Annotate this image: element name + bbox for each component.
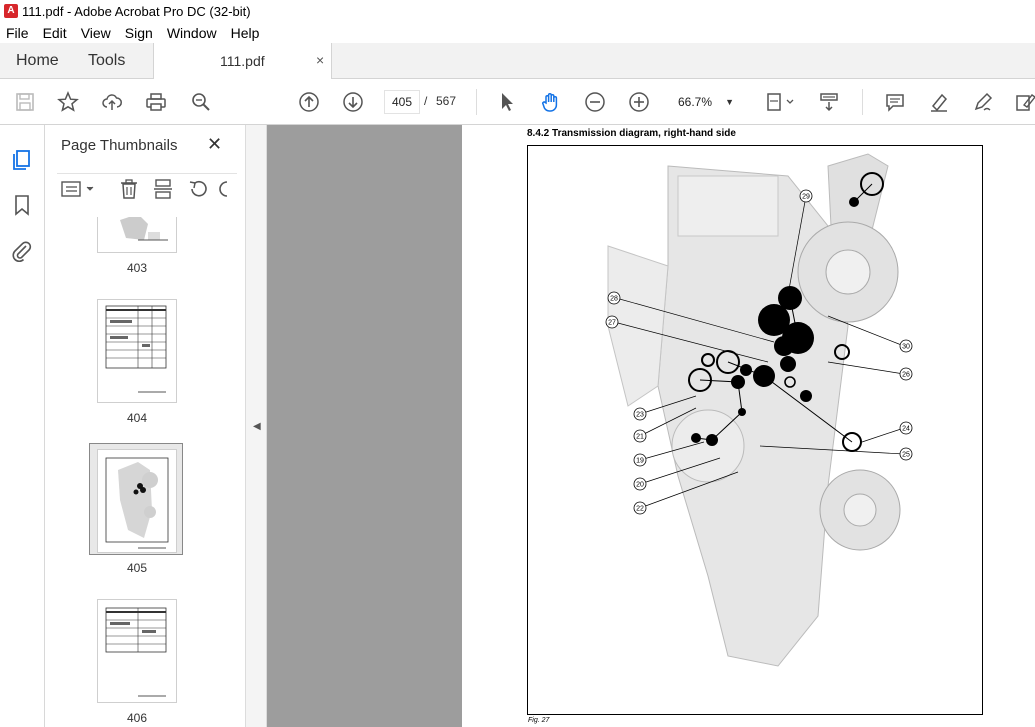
panel-title: Page Thumbnails (61, 137, 178, 154)
upload-cloud-icon[interactable] (99, 89, 125, 115)
callout-label: 20 (636, 482, 644, 489)
callout-label: 25 (902, 452, 910, 459)
page-number-input[interactable]: 405 (384, 90, 420, 114)
transmission-diagram: 29 28 27 30 26 23 21 19 20 22 24 25 (605, 153, 913, 667)
select-cursor-icon[interactable] (494, 89, 520, 115)
section-heading: 8.4.2 Transmission diagram, right-hand s… (527, 128, 736, 139)
page-thumbnails-panel: Page Thumbnails ✕ 403 404 405 406 (45, 125, 282, 727)
thumbnail-toolbar (57, 173, 237, 203)
zoom-level-value: 66.7% (678, 95, 713, 109)
trash-icon[interactable] (119, 178, 139, 200)
left-rail (0, 125, 45, 727)
rotate-clockwise-icon[interactable] (217, 178, 229, 200)
page-thumbnails-icon[interactable] (10, 147, 34, 171)
tab-home[interactable]: Home (16, 52, 59, 70)
thumbnail-label: 406 (126, 711, 148, 725)
comment-icon[interactable] (882, 89, 908, 115)
document-page: 8.4.2 Transmission diagram, right-hand s… (462, 125, 1035, 727)
figure-caption: Fig. 27 (528, 717, 550, 724)
panel-close-button[interactable]: ✕ (207, 134, 222, 155)
save-icon[interactable] (12, 89, 38, 115)
thumbnail-page[interactable] (97, 599, 177, 703)
thumbnail-page[interactable] (97, 217, 177, 253)
figure-frame: 29 28 27 30 26 23 21 19 20 22 24 25 (527, 145, 983, 715)
callout-label: 22 (636, 506, 644, 513)
document-canvas-background (267, 125, 462, 727)
tab-document-label: 111.pdf (220, 53, 265, 69)
rotate-counterclockwise-icon[interactable] (187, 178, 209, 200)
callout-label: 21 (636, 434, 644, 441)
menu-sign[interactable]: Sign (125, 25, 153, 41)
acrobat-icon: A (4, 4, 18, 18)
callout-label: 28 (610, 296, 618, 303)
callout-label: 29 (802, 194, 810, 201)
chevron-down-icon: ▼ (725, 97, 734, 107)
menu-view[interactable]: View (81, 25, 111, 41)
thumbnail-label: 404 (126, 411, 148, 425)
menu-help[interactable]: Help (231, 25, 260, 41)
panel-collapse-handle[interactable]: ◀ (245, 125, 267, 727)
options-menu-icon[interactable] (61, 180, 97, 198)
edit-pdf-icon[interactable] (1012, 89, 1035, 115)
zoom-out-icon[interactable] (582, 89, 608, 115)
title-bar: A 111.pdf - Adobe Acrobat Pro DC (32-bit… (0, 0, 1035, 22)
next-page-icon[interactable] (340, 89, 366, 115)
callout-label: 24 (902, 426, 910, 433)
previous-page-icon[interactable] (296, 89, 322, 115)
menu-file[interactable]: File (6, 25, 29, 41)
menu-window[interactable]: Window (167, 25, 217, 41)
callout-label: 27 (608, 320, 616, 327)
hand-tool-icon[interactable] (538, 89, 564, 115)
callout-label: 19 (636, 458, 644, 465)
callout-label: 26 (902, 372, 910, 379)
window-title: 111.pdf - Adobe Acrobat Pro DC (32-bit) (22, 3, 251, 19)
bookmark-icon[interactable] (10, 193, 34, 217)
total-pages: 567 (436, 94, 457, 108)
toolbar-divider (476, 89, 477, 115)
thumbnail-label: 403 (126, 261, 148, 275)
menu-bar: File Edit View Sign Window Help (0, 22, 1035, 43)
thumbnail-label: 405 (126, 561, 148, 575)
highlight-pen-icon[interactable] (926, 89, 952, 115)
scrolling-mode-icon[interactable] (816, 89, 842, 115)
tab-document[interactable]: 111.pdf × (153, 43, 332, 80)
toolbar-divider (862, 89, 863, 115)
zoom-in-icon[interactable] (626, 89, 652, 115)
sign-pen-icon[interactable] (970, 89, 996, 115)
menu-edit[interactable]: Edit (43, 25, 67, 41)
toolbar: 405 / 567 66.7% ▼ (0, 79, 1035, 125)
print-icon[interactable] (143, 89, 169, 115)
attachment-paperclip-icon[interactable] (10, 239, 34, 263)
callout-label: 23 (636, 412, 644, 419)
tab-bar: Home Tools 111.pdf × (0, 43, 1035, 80)
thumbnail-page[interactable] (97, 299, 177, 403)
thumbnail-page-selected[interactable] (97, 449, 177, 553)
thumbnail-list[interactable]: 403 404 405 406 (45, 217, 237, 727)
zoom-level-dropdown[interactable]: 66.7% ▼ (670, 90, 742, 114)
collapse-arrow-icon: ◀ (253, 421, 261, 432)
insert-pages-icon[interactable] (153, 178, 173, 200)
zoom-search-icon[interactable] (188, 89, 214, 115)
star-icon[interactable] (55, 89, 81, 115)
page-separator: / (424, 94, 428, 108)
tab-tools[interactable]: Tools (88, 52, 125, 70)
callout-label: 30 (902, 344, 910, 351)
page-fit-icon[interactable] (762, 89, 798, 115)
tab-close-button[interactable]: × (316, 52, 324, 68)
